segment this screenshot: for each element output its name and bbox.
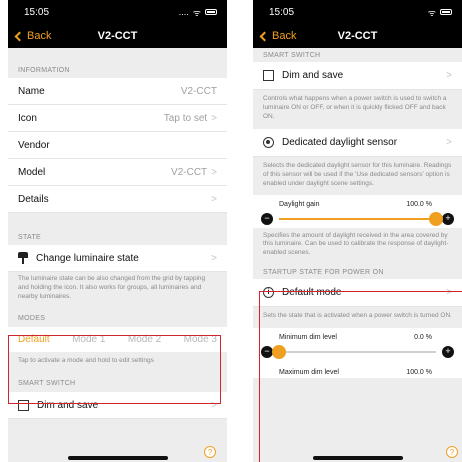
chevron-right-icon: > [211,399,217,411]
change-state-row[interactable]: Change luminaire state > [8,245,227,272]
status-bar: 15:05 ᯤ [253,0,462,24]
daylight-gain-slider[interactable]: − + [253,209,462,228]
slider-knob[interactable] [429,211,443,226]
gain-note: Specifies the amount of daylight receive… [263,231,449,257]
status-time: 15:05 [24,6,50,18]
checkbox-icon[interactable] [18,399,29,411]
row-value: V2-CCT [171,166,208,178]
help-icon[interactable]: ? [204,446,216,458]
slider-fill [279,217,436,220]
nav-bar: Back V2-CCT [253,24,462,48]
slider-track[interactable] [279,211,443,226]
wifi-icon: ᯤ [192,7,201,18]
chevron-left-icon [259,31,270,41]
chevron-right-icon: > [446,70,452,81]
chevron-right-icon: > [446,286,452,298]
dim-and-save-row[interactable]: Dim and save > [253,62,462,90]
default-mode-row[interactable]: i Default mode > [253,278,462,307]
min-dim-header: Minimum dim level 0.0 % [253,327,462,343]
change-state-label: Change luminaire state [36,252,139,264]
chevron-left-icon [14,31,25,41]
modes-bar: Default Mode 1 Mode 2 Mode 3 [8,327,227,353]
mode-2[interactable]: Mode 2 [128,334,161,345]
plus-icon[interactable]: + [442,212,454,225]
chevron-right-icon: > [211,166,217,178]
daylight-sensor-row[interactable]: Dedicated daylight sensor > [253,129,462,158]
status-time: 15:05 [269,6,295,18]
row-value: V2-CCT [180,85,217,97]
daylight-sensor-label: Dedicated daylight sensor [282,137,398,149]
help-icon[interactable]: ? [446,446,458,458]
back-label: Back [27,30,52,42]
plus-icon[interactable]: + [442,345,454,358]
mode-default[interactable]: Default [18,334,50,345]
row-details[interactable]: Details > [8,186,227,213]
mode-3[interactable]: Mode 3 [184,334,217,345]
max-dim-value: 100.0 % [406,368,432,376]
wifi-icon: ᯤ [427,7,436,18]
dim-and-save-label: Dim and save [37,399,99,411]
signal-icon: .... [178,7,189,17]
mode-1[interactable]: Mode 1 [72,334,105,345]
max-dim-label: Maximum dim level [279,368,339,376]
left-screen: 15:05 .... ᯤ Back V2-CCT INFORMATION Nam… [8,0,227,462]
back-button[interactable]: Back [14,30,52,42]
back-button[interactable]: Back [259,30,297,42]
status-bar: 15:05 .... ᯤ [8,0,227,24]
daylight-gain-label: Daylight gain [279,200,320,208]
right-screen: 15:05 ᯤ Back V2-CCT SMART SWITCH Dim and… [253,0,462,462]
radio-icon[interactable] [263,137,274,149]
section-smart-switch: SMART SWITCH [18,380,76,388]
dim-note: Controls what happens when a power switc… [263,95,447,120]
home-indicator [313,456,403,460]
lamp-icon [18,252,28,264]
chevron-right-icon: > [211,193,217,205]
row-label: Icon [18,112,37,124]
row-value: Tap to set [163,112,208,124]
startup-note: Sets the state that is activated when a … [263,311,452,319]
section-state: STATE [18,234,42,241]
min-dim-label: Minimum dim level [279,333,337,341]
nav-bar: Back V2-CCT [8,24,227,48]
checkbox-icon[interactable] [263,70,274,81]
daylight-note: Selects the dedicated daylight sensor fo… [263,162,452,187]
daylight-gain-value: 100.0 % [406,200,432,208]
row-name[interactable]: Name V2-CCT [8,78,227,105]
row-model[interactable]: Model V2-CCT > [8,159,227,186]
dim-and-save-label: Dim and save [282,70,344,81]
state-note: The luminaire state can be also changed … [18,275,206,300]
row-vendor[interactable]: Vendor [8,132,227,159]
status-icons: ᯤ [428,6,452,19]
info-icon: i [263,286,274,298]
home-indicator [68,456,168,460]
row-label: Vendor [18,139,50,151]
section-startup: STARTUP STATE FOR POWER ON [263,268,384,276]
row-label: Model [18,166,46,178]
section-smart-switch: SMART SWITCH [263,52,321,59]
modes-note: Tap to activate a mode and hold to edit … [18,357,154,365]
status-icons: .... ᯤ [179,6,217,19]
battery-icon [205,9,217,15]
slider-knob[interactable] [272,344,286,359]
min-dim-value: 0.0 % [414,333,432,341]
chevron-right-icon: > [211,112,217,124]
dim-and-save-row[interactable]: Dim and save > [8,392,227,420]
default-mode-label: Default mode [282,286,342,298]
section-information: INFORMATION [18,67,70,74]
row-icon[interactable]: Icon Tap to set > [8,105,227,132]
slider-track[interactable] [272,344,436,359]
back-label: Back [272,30,297,42]
daylight-gain-header: Daylight gain 100.0 % [253,194,462,210]
min-dim-slider[interactable]: − + [253,342,462,361]
chevron-right-icon: > [211,252,217,264]
row-label: Name [18,85,45,97]
row-label: Details [18,193,49,205]
minus-icon[interactable]: − [261,212,273,225]
chevron-right-icon: > [446,137,452,149]
battery-icon [440,9,452,15]
max-dim-header: Maximum dim level 100.0 % [253,360,462,378]
section-modes: MODES [18,315,46,323]
